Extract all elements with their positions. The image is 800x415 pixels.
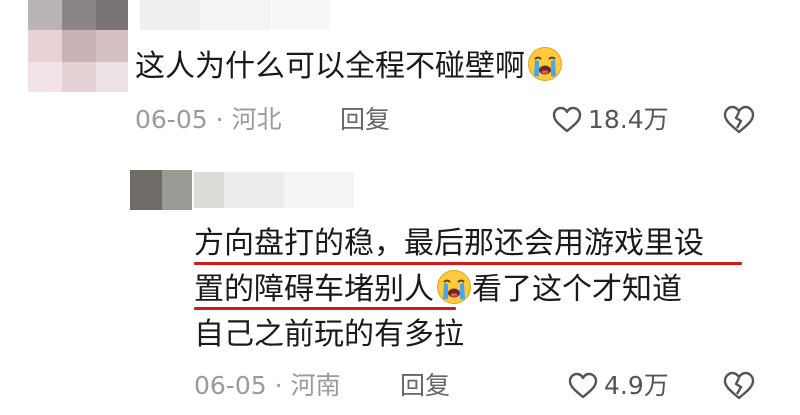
reply-button[interactable]: 回复 [400,371,450,401]
highlight-underline [194,307,456,310]
comment-date: 06-05 [194,371,267,400]
username-blurred[interactable] [194,172,354,208]
reply-button[interactable]: 回复 [340,105,390,135]
crying-face-icon [437,270,471,304]
highlight-underline [194,262,742,265]
broken-heart-outline-icon [723,105,755,134]
comment-meta: 06-05 · 河南 [194,371,341,400]
comment-text: 这人为什么可以全程不碰壁啊 [135,45,563,89]
dislike-button[interactable] [723,371,755,405]
like-count: 18.4万 [588,105,669,134]
comment-text-line-3: 自己之前玩的有多拉 [194,317,464,352]
avatar[interactable] [28,0,128,92]
username-blurred[interactable] [140,0,330,30]
crying-face-icon [528,47,562,81]
comment-location: 河南 [290,371,341,400]
like-button[interactable]: 4.9万 [568,371,669,401]
heart-outline-icon [552,106,582,133]
comment-text-line-1: 方向盘打的稳，最后那还会用游戏里设 [194,226,704,261]
broken-heart-outline-icon [723,371,755,400]
comment-text-line-2: 置的障碍车堵别人 看了这个才知道 [194,268,682,312]
heart-outline-icon [568,372,598,399]
comment-meta: 06-05 · 河北 [135,105,282,134]
like-button[interactable]: 18.4万 [552,105,669,135]
like-count: 4.9万 [604,371,669,400]
dislike-button[interactable] [723,105,755,139]
comment-date: 06-05 [135,105,208,134]
avatar[interactable] [130,170,192,210]
comment-location: 河北 [231,105,282,134]
